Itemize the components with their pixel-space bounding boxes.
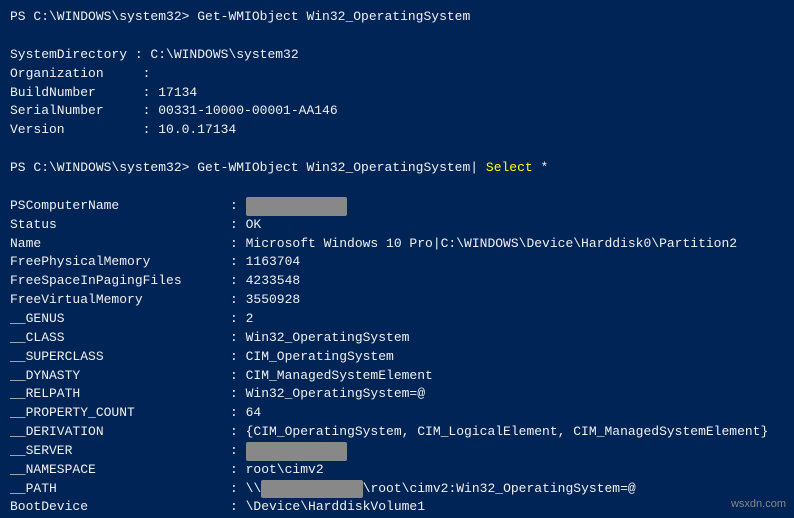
prop-genus: __GENUS: 2 bbox=[10, 310, 784, 329]
prop-version: Version : 10.0.17134 bbox=[10, 121, 784, 140]
blank-1 bbox=[10, 27, 784, 46]
prop-organization: Organization : bbox=[10, 65, 784, 84]
prop-namespace: __NAMESPACE: root\cimv2 bbox=[10, 461, 784, 480]
blank-2 bbox=[10, 140, 784, 159]
prop-freespaceinpagingfiles: FreeSpaceInPagingFiles: 4233548 bbox=[10, 272, 784, 291]
blank-3 bbox=[10, 178, 784, 197]
watermark: wsxdn.com bbox=[731, 498, 786, 510]
prop-path: __PATH: \\DESKTOP-1MFF5\root\cimv2:Win32… bbox=[10, 480, 784, 499]
pipe-symbol: | bbox=[470, 159, 486, 178]
prop-freephysicalmemory: FreePhysicalMemory: 1163704 bbox=[10, 253, 784, 272]
command-line-1: PS C:\WINDOWS\system32> Get-WMIObject Wi… bbox=[10, 8, 784, 27]
cmd-getwmi-2: Get-WMIObject Win32_OperatingSystem bbox=[197, 159, 470, 178]
prop-buildnumber: BuildNumber : 17134 bbox=[10, 84, 784, 103]
prompt-2: PS C:\WINDOWS\system32> bbox=[10, 159, 197, 178]
prop-pscomputername: PSComputerName: DESKTOP-1MFF5 bbox=[10, 197, 784, 216]
asterisk: * bbox=[533, 159, 549, 178]
prop-status: Status: OK bbox=[10, 216, 784, 235]
prop-systemdirectory: SystemDirectory : C:\WINDOWS\system32 bbox=[10, 46, 784, 65]
select-keyword: Select bbox=[486, 159, 533, 178]
prop-bootdevice: BootDevice: \Device\HarddiskVolume1 bbox=[10, 498, 784, 517]
prop-server: __SERVER: DESKTOP-1MFF5 bbox=[10, 442, 784, 461]
prop-derivation: __DERIVATION: {CIM_OperatingSystem, CIM_… bbox=[10, 423, 784, 442]
prop-class: __CLASS: Win32_OperatingSystem bbox=[10, 329, 784, 348]
prop-relpath: __RELPATH: Win32_OperatingSystem=@ bbox=[10, 385, 784, 404]
prop-propertycount: __PROPERTY_COUNT: 64 bbox=[10, 404, 784, 423]
prop-freevirtualmemory: FreeVirtualMemory: 3550928 bbox=[10, 291, 784, 310]
cmd-getwmi-1: Get-WMIObject Win32_OperatingSystem bbox=[197, 8, 470, 27]
prop-superclass: __SUPERCLASS: CIM_OperatingSystem bbox=[10, 348, 784, 367]
prop-name: Name: Microsoft Windows 10 Pro|C:\WINDOW… bbox=[10, 235, 784, 254]
command-line-2: PS C:\WINDOWS\system32> Get-WMIObject Wi… bbox=[10, 159, 784, 178]
terminal-window: PS C:\WINDOWS\system32> Get-WMIObject Wi… bbox=[0, 0, 794, 518]
prompt-1: PS C:\WINDOWS\system32> bbox=[10, 8, 197, 27]
prop-dynasty: __DYNASTY: CIM_ManagedSystemElement bbox=[10, 367, 784, 386]
prop-serialnumber: SerialNumber : 00331-10000-00001-AA146 bbox=[10, 102, 784, 121]
